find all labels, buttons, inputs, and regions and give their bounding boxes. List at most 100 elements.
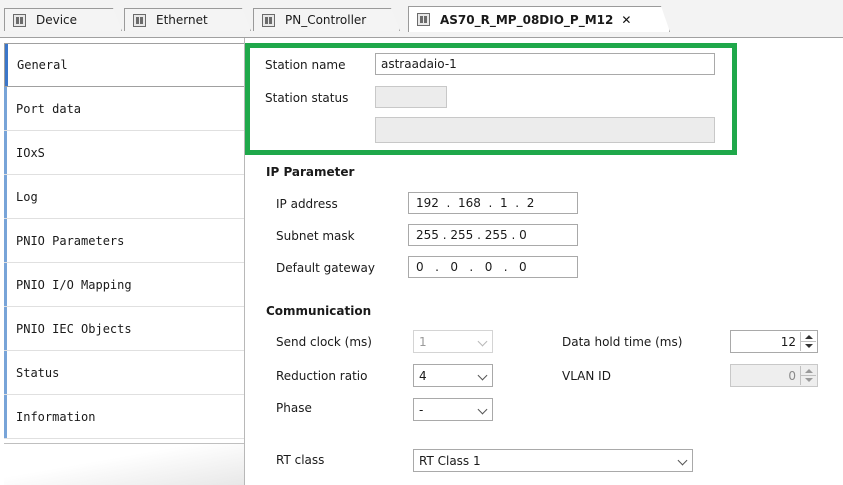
ip-octet: 0 [484, 260, 493, 274]
ip-separator: . [438, 196, 458, 210]
sidebar-item-pnio-io-mapping[interactable]: PNIO I/O Mapping [4, 263, 244, 307]
sidebar-item-information[interactable]: Information [4, 395, 244, 439]
ip-octet: 255 [416, 228, 439, 242]
spin-up-icon[interactable] [805, 335, 813, 339]
sidebar-footer [4, 443, 244, 485]
spin-divider [801, 341, 816, 342]
tab-label: AS70_R_MP_08DIO_P_M12 [440, 12, 614, 27]
phase-label: Phase [276, 401, 312, 415]
ip-octet: 168 [457, 196, 481, 210]
phase-value: - [419, 402, 424, 417]
tab-label: Device [36, 13, 78, 27]
nav-accent [5, 44, 8, 86]
ip-separator: . [438, 228, 451, 242]
nav-accent [4, 87, 7, 130]
device-icon [133, 14, 146, 27]
device-icon [417, 13, 430, 26]
general-settings-panel: Station name astraadaio-1 Station status… [245, 38, 843, 485]
spin-buttons[interactable] [800, 332, 816, 351]
editor-tab-strip: Device Ethernet PN_Controller AS70_R_MP_… [0, 0, 843, 38]
station-status-label: Station status [265, 91, 349, 105]
station-name-label: Station name [265, 58, 346, 72]
sidebar-item-label: Status [16, 365, 60, 380]
data-hold-time-value: 12 [780, 334, 796, 349]
tab-label: PN_Controller [285, 13, 367, 27]
tab-as70-device[interactable]: AS70_R_MP_08DIO_P_M12 ✕ [408, 6, 670, 32]
data-hold-time-label: Data hold time (ms) [562, 335, 683, 349]
default-gateway-field[interactable]: 0 . 0 . 0 . 0 [408, 256, 578, 278]
ip-octet: 0 [519, 228, 527, 242]
tab-device[interactable]: Device [4, 8, 122, 31]
chevron-down-icon [677, 455, 688, 466]
spin-down-icon[interactable] [805, 344, 813, 348]
device-icon [262, 14, 275, 27]
ip-octet: 255 [450, 228, 474, 242]
ip-separator: . [473, 228, 485, 242]
sidebar-item-log[interactable]: Log [4, 175, 244, 219]
ip-octet: 0 [519, 260, 527, 274]
station-name-value: astraadaio-1 [381, 57, 457, 71]
tab-label: Ethernet [156, 13, 208, 27]
nav-accent [4, 351, 7, 394]
sidebar-item-general[interactable]: General [4, 43, 244, 87]
phase-select[interactable]: - [413, 398, 493, 421]
sidebar-item-label: Log [16, 189, 38, 204]
ip-address-field[interactable]: 192 . 168 . 1 . 2 [408, 192, 578, 214]
subnet-mask-field[interactable]: 255 . 255 . 255 . 0 [408, 224, 578, 246]
ip-separator: . [492, 260, 520, 274]
spin-divider [801, 375, 816, 376]
sidebar-item-port-data[interactable]: Port data [4, 87, 244, 131]
reduction-ratio-select[interactable]: 4 [413, 364, 493, 387]
rt-class-select[interactable]: RT Class 1 [413, 449, 693, 472]
tab-pn-controller[interactable]: PN_Controller [253, 8, 400, 31]
ip-octet: 2 [526, 196, 535, 210]
sidebar-item-status[interactable]: Status [4, 351, 244, 395]
sidebar-item-ioxs[interactable]: IOxS [4, 131, 244, 175]
sidebar-item-label: Information [16, 409, 96, 424]
chevron-down-icon [477, 404, 488, 415]
ip-octet: 192 [416, 196, 439, 210]
station-name-field[interactable]: astraadaio-1 [375, 53, 715, 75]
send-clock-value: 1 [419, 334, 427, 349]
nav-accent [4, 131, 7, 174]
vlan-id-stepper[interactable]: 0 [730, 364, 818, 387]
ip-octet: 0 [450, 260, 458, 274]
vlan-id-label: VLAN ID [562, 369, 611, 383]
sidebar-item-label: PNIO Parameters [16, 233, 125, 248]
spin-buttons [800, 366, 816, 385]
nav-accent [4, 263, 7, 306]
rt-class-value: RT Class 1 [419, 453, 481, 468]
sidebar-item-label: Port data [16, 101, 82, 116]
ip-separator: . [457, 260, 485, 274]
close-icon[interactable]: ✕ [621, 13, 631, 27]
spin-down-icon [805, 378, 813, 382]
vlan-id-value: 0 [788, 368, 796, 383]
communication-heading: Communication [266, 304, 372, 318]
data-hold-time-stepper[interactable]: 12 [730, 330, 818, 353]
tab-ethernet[interactable]: Ethernet [124, 8, 251, 31]
sidebar-item-label: PNIO IEC Objects [16, 321, 132, 336]
nav-accent [4, 175, 7, 218]
station-status-text [375, 117, 715, 143]
ip-separator: . [423, 260, 451, 274]
default-gateway-label: Default gateway [276, 261, 375, 275]
chevron-down-icon [477, 370, 488, 381]
device-editor-sidebar: General Port data IOxS Log PNIO Paramete… [0, 38, 256, 485]
spin-up-icon [805, 369, 813, 373]
send-clock-label: Send clock (ms) [276, 335, 372, 349]
sidebar-item-label: IOxS [16, 145, 45, 160]
reduction-ratio-label: Reduction ratio [276, 369, 368, 383]
ip-separator: . [480, 196, 500, 210]
station-status-indicator [375, 86, 447, 108]
sidebar-item-pnio-parameters[interactable]: PNIO Parameters [4, 219, 244, 263]
subnet-mask-label: Subnet mask [276, 229, 355, 243]
ip-octet: 255 [484, 228, 508, 242]
ip-separator: . [507, 196, 527, 210]
ip-separator: . [507, 228, 520, 242]
sidebar-item-label: General [17, 58, 68, 72]
ip-address-label: IP address [276, 197, 338, 211]
reduction-ratio-value: 4 [419, 368, 427, 383]
sidebar-item-pnio-iec-objects[interactable]: PNIO IEC Objects [4, 307, 244, 351]
send-clock-select[interactable]: 1 [413, 330, 493, 353]
device-icon [13, 14, 26, 27]
